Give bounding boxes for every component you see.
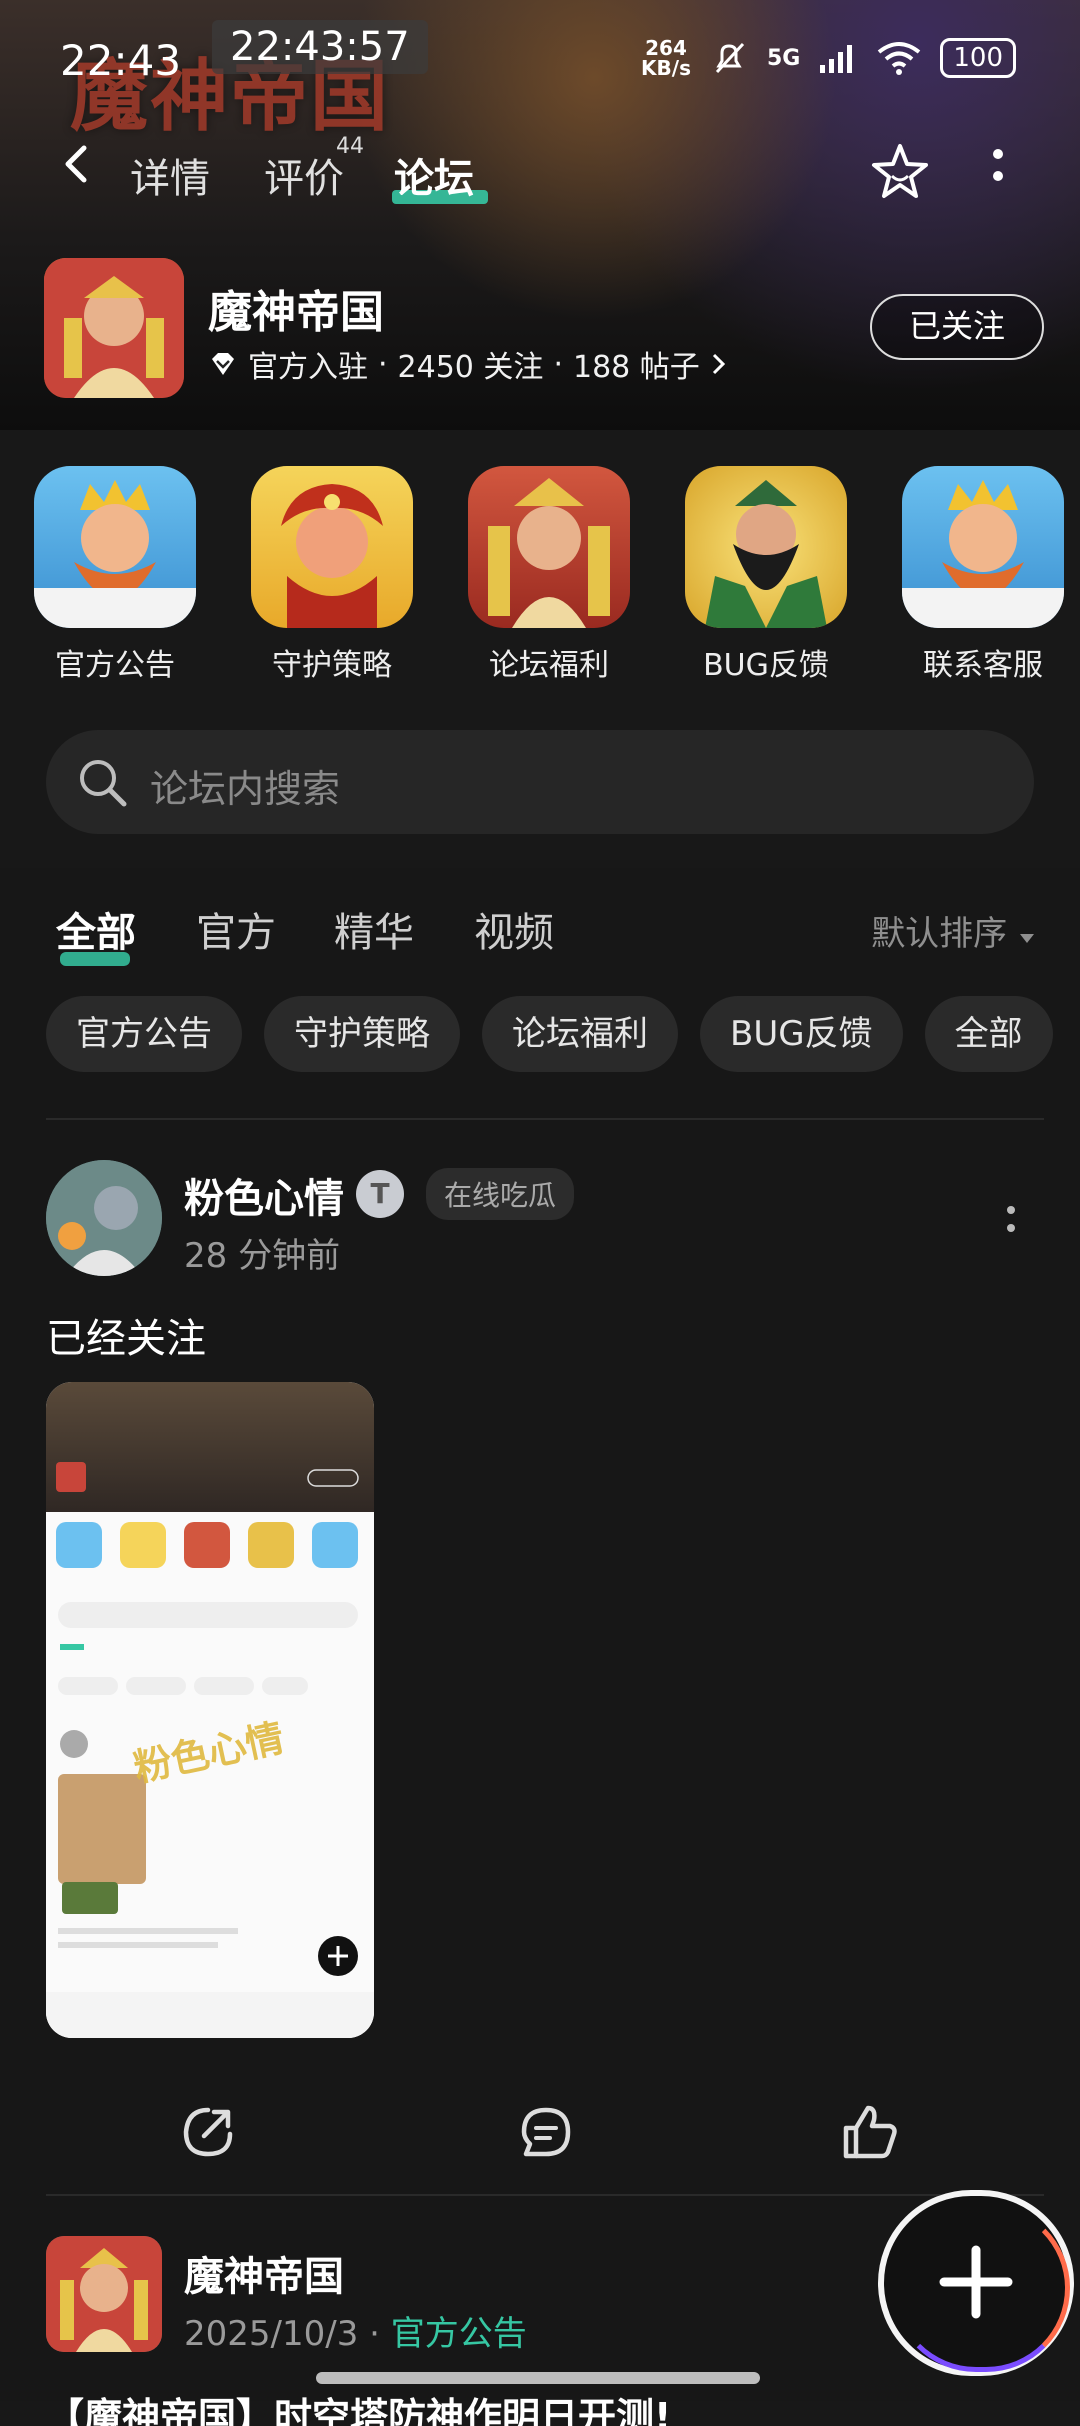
- post-actions: [46, 2102, 1046, 2172]
- battery-icon: 100: [940, 38, 1016, 78]
- bearded-hero-avatar-icon: [685, 466, 847, 628]
- net-speed: 264 KB/s: [641, 36, 691, 80]
- time-overlay: 22:43:57: [212, 20, 428, 74]
- home-indicator[interactable]: [316, 2372, 760, 2384]
- diamond-verified-icon: [212, 353, 234, 375]
- post-title[interactable]: 【魔神帝国】时空塔防神作明日开测!: [46, 2386, 806, 2426]
- avatar[interactable]: [46, 1160, 162, 1276]
- thumbs-up-icon[interactable]: [840, 2102, 900, 2162]
- post-date: 2025/10/3: [184, 2314, 359, 2354]
- screenshot-thumbnail: [46, 1462, 374, 2038]
- chip-bug-report[interactable]: BUG反馈: [700, 996, 903, 1072]
- author-name[interactable]: 粉色心情: [184, 1166, 344, 1224]
- divider: [46, 2194, 1044, 2196]
- chip-strategy[interactable]: 守护策略: [264, 996, 460, 1072]
- tab-featured[interactable]: 精华: [334, 900, 414, 958]
- tab-official[interactable]: 官方: [196, 900, 276, 958]
- create-post-button[interactable]: [878, 2190, 1074, 2376]
- chip-official-notice[interactable]: 官方公告: [46, 996, 242, 1072]
- category-chips: 官方公告 守护策略 论坛福利 BUG反馈 全部: [46, 996, 1053, 1076]
- verified-label: 官方入驻: [248, 350, 368, 385]
- tab-video[interactable]: 视频: [474, 900, 554, 958]
- game-name: 魔神帝国: [208, 287, 384, 338]
- king-avatar-icon: [34, 466, 196, 628]
- content-tabs: 全部 官方 精华 视频 默认排序: [56, 900, 1036, 970]
- user-level-badge: T: [356, 1170, 404, 1218]
- general-avatar-icon: [468, 466, 630, 628]
- mute-bell-icon: [715, 42, 745, 74]
- back-arrow-icon[interactable]: [56, 144, 96, 184]
- wifi-icon: [878, 42, 921, 75]
- game-meta: 官方入驻 · 2450 关注 · 188 帖子: [208, 342, 728, 386]
- post-time: 28 分钟前: [184, 1236, 341, 1276]
- shortcut-customer-service[interactable]: 联系客服: [902, 466, 1064, 686]
- network-label: 5G: [766, 45, 801, 71]
- chevron-right-icon: [712, 353, 725, 375]
- chip-benefits[interactable]: 论坛福利: [482, 996, 678, 1072]
- tab-reviews[interactable]: 评价: [264, 146, 344, 204]
- shortcut-forum-benefits[interactable]: 论坛福利: [468, 466, 630, 686]
- comment-icon[interactable]: [516, 2102, 576, 2162]
- posts-count[interactable]: 188 帖子: [573, 342, 700, 386]
- share-icon[interactable]: [178, 2102, 238, 2162]
- star-favorite-icon[interactable]: [868, 140, 932, 204]
- tab-forum[interactable]: 论坛: [394, 146, 474, 204]
- post-image[interactable]: 粉色心情: [46, 1382, 374, 2038]
- post-card[interactable]: 粉色心情 T 在线吃瓜 28 分钟前 已经关注 粉色心情: [46, 1160, 1046, 2170]
- game-header: 魔神帝国 官方入驻 · 2450 关注 · 188 帖子 已关注: [44, 258, 1044, 408]
- post-meta: 2025/10/3 · 官方公告: [184, 2314, 527, 2354]
- forum-content: 全部 官方 精华 视频 默认排序 官方公告 守护策略 论坛福利 BUG反馈 全部…: [0, 868, 1080, 2426]
- followers-count: 2450 关注: [397, 350, 544, 385]
- shortcut-bug-report[interactable]: BUG反馈: [685, 466, 847, 686]
- shortcut-official-notice[interactable]: 官方公告: [34, 466, 196, 686]
- top-nav: 详情 评价 44 论坛: [0, 130, 1080, 210]
- follow-button[interactable]: 已关注: [870, 294, 1044, 360]
- forum-shortcuts: 官方公告 守护策略 论坛福利 BUG反馈 联系客服: [34, 466, 1064, 686]
- game-avatar[interactable]: [44, 258, 184, 398]
- user-title-tag: 在线吃瓜: [426, 1168, 575, 1220]
- tab-all[interactable]: 全部: [56, 900, 136, 958]
- reviews-count: 44: [336, 134, 364, 159]
- warrior-avatar-icon: [251, 466, 413, 628]
- author-name[interactable]: 魔神帝国: [184, 2244, 344, 2302]
- king-avatar-icon: [902, 466, 1064, 628]
- post-category[interactable]: 官方公告: [391, 2314, 527, 2354]
- chip-all[interactable]: 全部: [924, 996, 1053, 1072]
- divider: [46, 1118, 1044, 1120]
- search-icon: [80, 760, 127, 807]
- avatar[interactable]: [46, 2236, 162, 2352]
- search-bar[interactable]: 论坛内搜索: [46, 730, 1034, 834]
- shortcut-strategy[interactable]: 守护策略: [251, 466, 413, 686]
- signal-icon: [820, 45, 853, 73]
- sort-dropdown[interactable]: 默认排序: [871, 906, 1036, 955]
- plus-icon: [939, 2245, 1013, 2319]
- tab-details[interactable]: 详情: [130, 146, 210, 204]
- search-placeholder: 论坛内搜索: [150, 767, 341, 811]
- status-bar: 22:43 22:43:57 264 KB/s 5G 100: [0, 20, 1080, 88]
- status-icons: 264 KB/s 5G 100: [641, 38, 1016, 78]
- caret-down-icon: [1020, 934, 1034, 943]
- post-text: 已经关注: [46, 1316, 206, 1362]
- status-time: 22:43: [60, 36, 182, 85]
- more-vertical-icon[interactable]: [988, 140, 1008, 200]
- post-more-icon[interactable]: [1006, 1202, 1016, 1242]
